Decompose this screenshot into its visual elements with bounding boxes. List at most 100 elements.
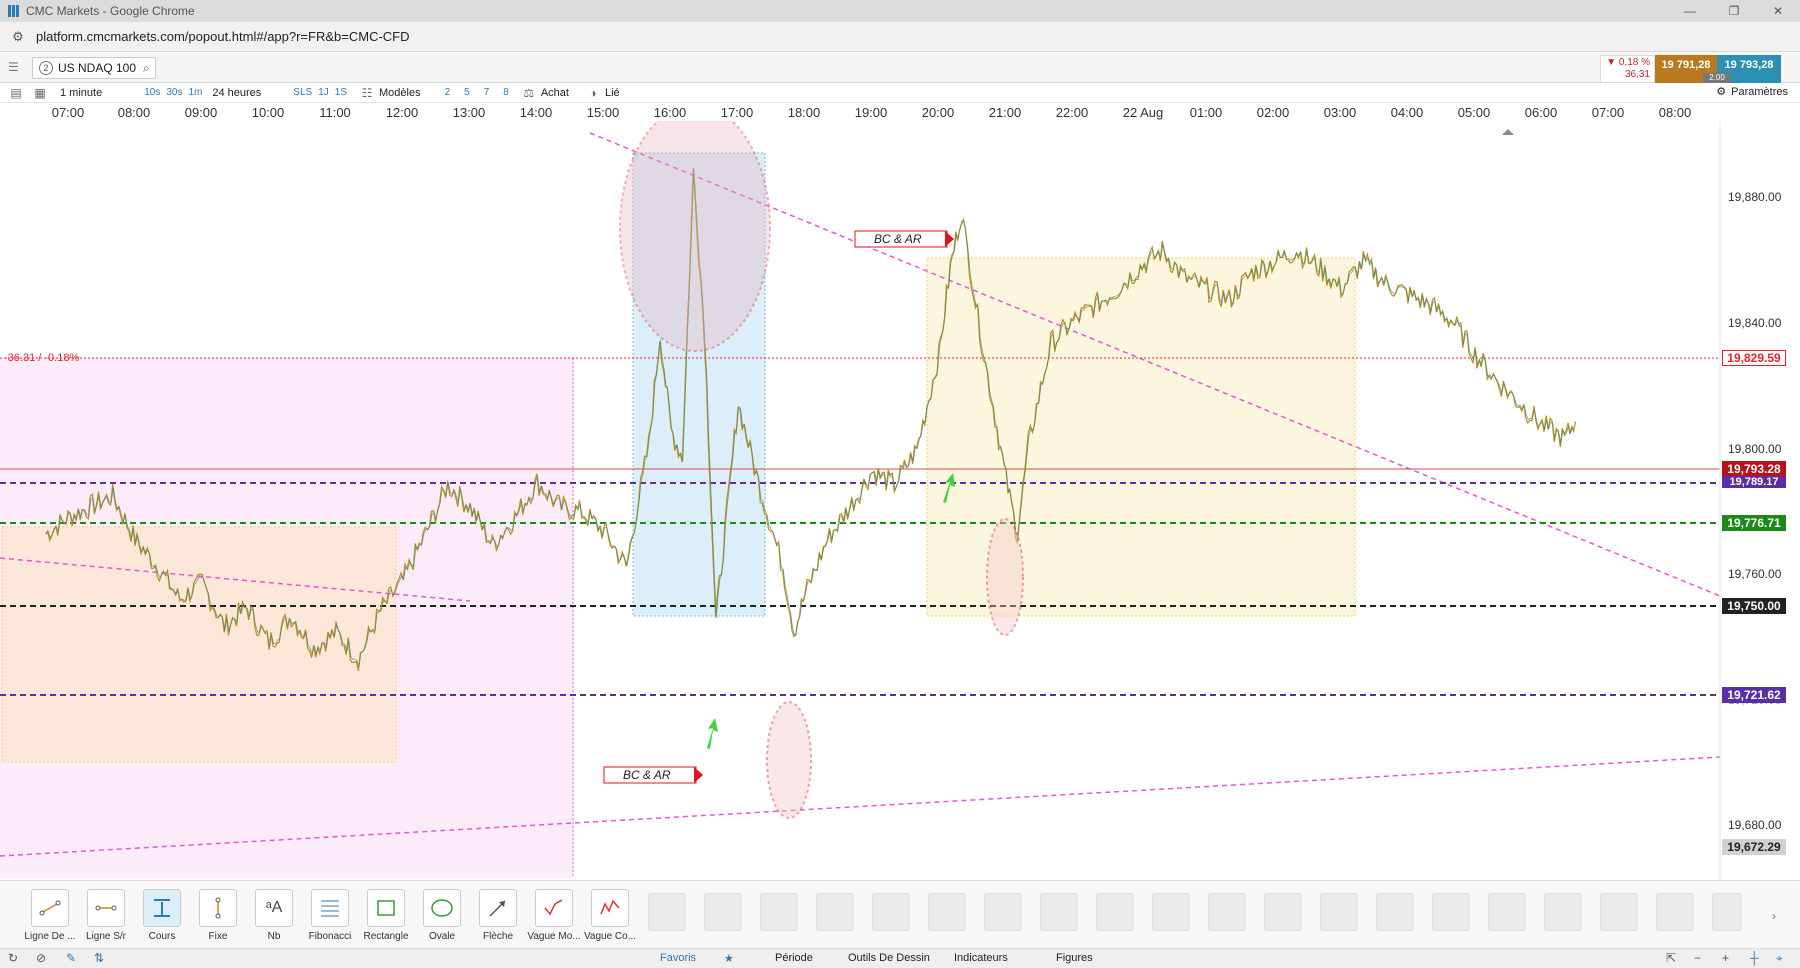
empty-slot[interactable] xyxy=(1712,893,1742,931)
price-chart[interactable]: BC & AR BC & AR -36.31 / -0.18% 19,880.0… xyxy=(0,121,1800,880)
empty-slot[interactable] xyxy=(872,893,910,931)
rectangle-icon xyxy=(367,889,405,927)
empty-slot[interactable] xyxy=(1096,893,1134,931)
tool-price[interactable]: Cours xyxy=(134,889,190,947)
layout-5[interactable]: 5 xyxy=(464,87,470,98)
cancel-icon[interactable]: ⊘ xyxy=(36,951,46,965)
orange-zone[interactable] xyxy=(1,526,397,763)
tab-outils[interactable]: Outils De Dessin xyxy=(848,952,930,964)
tool-fixed[interactable]: Fixe xyxy=(190,889,246,947)
instrument-selector[interactable]: 2 US NDAQ 100 ⌕ xyxy=(32,57,156,79)
tool-fibonacci[interactable]: Fibonacci xyxy=(302,889,358,947)
tool-wave[interactable]: Vague Mo... xyxy=(526,889,582,947)
empty-slot[interactable] xyxy=(1488,893,1526,931)
link-icon[interactable]: ◑ xyxy=(585,85,601,101)
ellipse-bottom[interactable] xyxy=(766,701,812,819)
search-icon[interactable]: ⌕ xyxy=(143,61,150,76)
site-info-icon[interactable]: ⚙ xyxy=(8,27,28,47)
browser-titlebar: CMC Markets - Google Chrome — ❐ ✕ xyxy=(0,0,1800,22)
time-tick: 03:00 xyxy=(1323,105,1357,120)
tag-current-price: 19,793.28 xyxy=(1722,461,1786,477)
empty-slot[interactable] xyxy=(1040,893,1078,931)
settings-button[interactable]: ⚙ Paramètres xyxy=(1716,85,1788,99)
range-sls[interactable]: SLS xyxy=(293,87,312,98)
pencil-icon[interactable]: ✎ xyxy=(66,951,76,965)
templates-icon[interactable]: ☷ xyxy=(359,85,375,101)
tool-line[interactable]: Ligne De ... xyxy=(22,889,78,947)
layout-icon[interactable]: ▦ xyxy=(32,85,48,101)
mode-button[interactable]: Achat xyxy=(541,87,569,99)
tool-text[interactable]: ᵃA Nb xyxy=(246,889,302,947)
refresh-icon[interactable]: ↻ xyxy=(8,951,18,965)
tab-indicateurs[interactable]: Indicateurs xyxy=(954,952,1008,964)
tab-favoris[interactable]: Favoris xyxy=(660,952,696,964)
empty-slot[interactable] xyxy=(1376,893,1414,931)
ellipse-icon xyxy=(423,889,461,927)
close-icon[interactable]: ✕ xyxy=(1756,0,1800,22)
crosshair-icon[interactable]: ┼ xyxy=(1750,951,1759,965)
scroll-right-icon[interactable]: › xyxy=(1772,909,1776,923)
layout-2[interactable]: 2 xyxy=(445,87,451,98)
layout-8[interactable]: 8 xyxy=(503,87,509,98)
range-select[interactable]: 24 heures xyxy=(212,87,261,99)
empty-slot[interactable] xyxy=(984,893,1022,931)
interval-10s[interactable]: 10s xyxy=(144,87,160,98)
address-bar[interactable]: ⚙ platform.cmcmarkets.com/popout.html#/a… xyxy=(0,22,1800,52)
interval-select[interactable]: 1 minute xyxy=(60,87,102,99)
tool-ellipse[interactable]: Ovale xyxy=(414,889,470,947)
chart-type-icon[interactable]: ▤ xyxy=(8,85,24,101)
tool-rectangle[interactable]: Rectangle xyxy=(358,889,414,947)
tag-19672: 19,672.29 xyxy=(1722,839,1786,855)
empty-slot[interactable] xyxy=(1152,893,1190,931)
empty-slot[interactable] xyxy=(816,893,854,931)
magnet-icon[interactable]: ⇅ xyxy=(94,951,104,965)
tool-sr-line[interactable]: Ligne S/r xyxy=(78,889,134,947)
time-tick: 04:00 xyxy=(1390,105,1424,120)
resize-icon[interactable]: ⇱ xyxy=(1666,951,1676,965)
range-1s[interactable]: 1S xyxy=(335,87,347,98)
star-icon[interactable]: ★ xyxy=(724,952,734,965)
buy-button[interactable]: 19 793,28 2.00 xyxy=(1703,55,1781,83)
empty-slot[interactable] xyxy=(704,893,742,931)
ellipse-top[interactable] xyxy=(619,121,771,352)
menu-icon[interactable]: ☰ xyxy=(8,61,22,73)
minimize-icon[interactable]: — xyxy=(1668,0,1712,22)
empty-slot[interactable] xyxy=(1320,893,1358,931)
restore-icon[interactable]: ❐ xyxy=(1712,0,1756,22)
mode-icon[interactable]: ⚖ xyxy=(521,85,537,101)
empty-slot[interactable] xyxy=(1656,893,1694,931)
cursor-icon[interactable]: ⌖ xyxy=(1776,951,1783,966)
home-marker-icon[interactable] xyxy=(1502,129,1514,135)
green-arrow-icon[interactable] xyxy=(707,718,718,749)
empty-slot[interactable] xyxy=(760,893,798,931)
line-icon xyxy=(31,889,69,927)
empty-slot[interactable] xyxy=(1264,893,1302,931)
interval-1m[interactable]: 1m xyxy=(188,87,202,98)
url-text[interactable]: platform.cmcmarkets.com/popout.html#/app… xyxy=(36,29,410,44)
range-1j[interactable]: 1J xyxy=(318,87,329,98)
y-tick: 19,800.00 xyxy=(1728,442,1782,456)
empty-slot[interactable] xyxy=(1544,893,1582,931)
time-tick: 22 Aug xyxy=(1122,105,1164,120)
linked-button[interactable]: Lié xyxy=(605,87,620,99)
empty-slot[interactable] xyxy=(928,893,966,931)
instrument-name: US NDAQ 100 xyxy=(58,61,137,75)
layout-7[interactable]: 7 xyxy=(484,87,490,98)
time-tick: 22:00 xyxy=(1055,105,1089,120)
empty-slot[interactable] xyxy=(1208,893,1246,931)
templates-button[interactable]: Modèles xyxy=(379,87,421,99)
ellipse-mid[interactable] xyxy=(986,518,1024,636)
empty-slot[interactable] xyxy=(1432,893,1470,931)
tool-arrow[interactable]: Flèche xyxy=(470,889,526,947)
spread-badge: 2.00 xyxy=(1703,73,1731,83)
zoom-out-icon[interactable]: − xyxy=(1694,951,1701,965)
tool-label: Ovale xyxy=(428,931,456,942)
tool-wave-co[interactable]: Vague Co... xyxy=(582,889,638,947)
time-tick: 21:00 xyxy=(988,105,1022,120)
empty-slot[interactable] xyxy=(648,893,686,931)
tab-periode[interactable]: Période xyxy=(775,952,813,964)
zoom-in-icon[interactable]: + xyxy=(1722,951,1729,965)
tab-figures[interactable]: Figures xyxy=(1056,952,1093,964)
interval-30s[interactable]: 30s xyxy=(166,87,182,98)
empty-slot[interactable] xyxy=(1600,893,1638,931)
